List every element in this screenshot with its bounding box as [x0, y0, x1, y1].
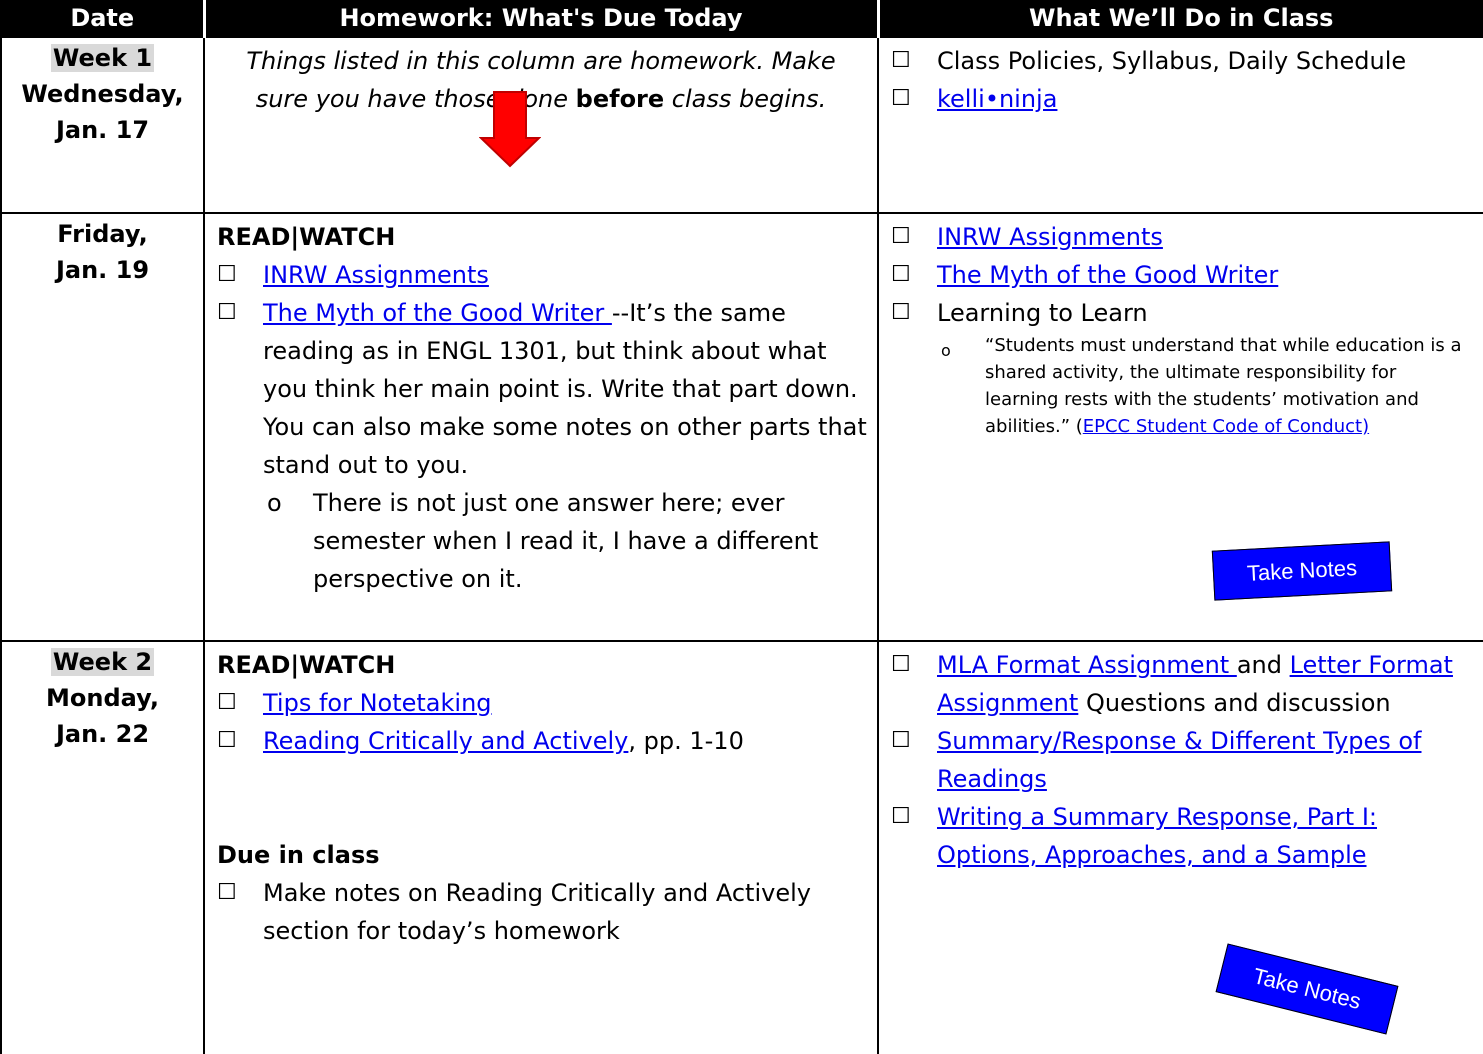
take-notes-button[interactable]: Take Notes — [1215, 943, 1399, 1035]
checkbox-icon[interactable]: ☐ — [891, 798, 937, 836]
table-row: Friday, Jan. 19 READ|WATCH ☐ INRW Assignm… — [0, 212, 1483, 642]
sub-item: o There is not just one answer here; ever… — [267, 484, 867, 598]
date-cell: Week 1 Wednesday, Jan. 17 — [0, 36, 205, 214]
checkbox-icon[interactable]: ☐ — [891, 294, 937, 332]
day-label: Monday, — [46, 684, 159, 712]
week-label: Week 1 — [50, 44, 155, 72]
checkbox-icon[interactable]: ☐ — [891, 42, 937, 80]
kelli-ninja-link[interactable]: kelli•ninja — [937, 80, 1473, 118]
list-item: ☐ Class Policies, Syllabus, Daily Schedul… — [891, 42, 1473, 80]
homework-cell: Things listed in this column are homewor… — [203, 36, 879, 214]
header-homework: Homework: What's Due Today — [202, 0, 879, 37]
bullet-icon: o — [267, 489, 282, 517]
sub-item: o “Students must understand that while ed… — [941, 332, 1473, 440]
homework-cell: READ|WATCH ☐ INRW Assignments ☐ The Myth o… — [203, 212, 879, 642]
schedule-table: Date Homework: What's Due Today What We’… — [0, 0, 1483, 1054]
section-heading: READ|WATCH — [217, 651, 396, 679]
list-item: ☐ Writing a Summary Response, Part I: Opt… — [891, 798, 1473, 874]
class-cell: ☐ Class Policies, Syllabus, Daily Schedul… — [877, 36, 1483, 214]
checkbox-icon[interactable]: ☐ — [217, 294, 263, 332]
homework-cell: READ|WATCH ☐ Tips for Notetaking ☐ Reading… — [203, 640, 879, 1054]
checkbox-icon[interactable]: ☐ — [891, 218, 937, 256]
list-item: ☐ MLA Format Assignment and Letter Format… — [891, 646, 1473, 722]
list-item: ☐ Reading Critically and Actively, pp. 1-… — [217, 722, 867, 760]
checkbox-icon[interactable]: ☐ — [217, 874, 263, 912]
writing-summary-link[interactable]: Writing a Summary Response, Part I: Opti… — [937, 798, 1473, 874]
list-item: ☐ The Myth of the Good Writer --It’s the … — [217, 294, 867, 484]
myth-good-writer-link[interactable]: The Myth of the Good Writer — [937, 256, 1473, 294]
list-item: ☐ Tips for Notetaking — [217, 684, 867, 722]
checkbox-icon[interactable]: ☐ — [891, 646, 937, 684]
reading-critically-link[interactable]: Reading Critically and Actively — [263, 727, 628, 755]
list-item: ☐ kelli•ninja — [891, 80, 1473, 118]
list-item: ☐ Summary/Response & Different Types of R… — [891, 722, 1473, 798]
week-label: Week 2 — [50, 648, 155, 676]
checkbox-icon[interactable]: ☐ — [891, 256, 937, 294]
section-heading: Due in class — [217, 841, 380, 869]
checkbox-icon[interactable]: ☐ — [217, 684, 263, 722]
homework-note: Things listed in this column are homewor… — [246, 47, 836, 113]
table-row: Week 2 Monday, Jan. 22 READ|WATCH ☐ Tips … — [0, 640, 1483, 1054]
checkbox-icon[interactable]: ☐ — [217, 256, 263, 294]
summary-response-link[interactable]: Summary/Response & Different Types of Re… — [937, 722, 1473, 798]
header-row: Date Homework: What's Due Today What We’… — [0, 0, 1483, 37]
class-cell: ☐ INRW Assignments ☐ The Myth of the Good … — [877, 212, 1483, 642]
mla-format-link[interactable]: MLA Format Assignment — [937, 651, 1237, 679]
tips-notetaking-link[interactable]: Tips for Notetaking — [263, 684, 867, 722]
date-label: Jan. 22 — [55, 720, 150, 748]
header-date: Date — [0, 0, 205, 37]
bullet-icon: o — [941, 341, 951, 360]
date-cell: Week 2 Monday, Jan. 22 — [0, 640, 205, 1054]
list-item: ☐ INRW Assignments — [217, 256, 867, 294]
day-label: Friday, — [57, 220, 148, 248]
date-cell: Friday, Jan. 19 — [0, 212, 205, 642]
down-arrow-icon — [479, 91, 541, 168]
section-heading: READ|WATCH — [217, 223, 396, 251]
epcc-code-link[interactable]: EPCC Student Code of Conduct) — [1083, 416, 1369, 437]
class-cell: ☐ MLA Format Assignment and Letter Format… — [877, 640, 1483, 1054]
list-item: ☐ The Myth of the Good Writer — [891, 256, 1473, 294]
list-item: ☐ INRW Assignments — [891, 218, 1473, 256]
checkbox-icon[interactable]: ☐ — [891, 80, 937, 118]
list-item: ☐ Make notes on Reading Critically and Ac… — [217, 874, 867, 950]
inrw-assignments-link[interactable]: INRW Assignments — [263, 256, 867, 294]
myth-good-writer-link[interactable]: The Myth of the Good Writer — [263, 299, 612, 327]
take-notes-button[interactable]: Take Notes — [1211, 541, 1393, 601]
inrw-assignments-link[interactable]: INRW Assignments — [937, 218, 1473, 256]
checkbox-icon[interactable]: ☐ — [217, 722, 263, 760]
checkbox-icon[interactable]: ☐ — [891, 722, 937, 760]
table-row: Week 1 Wednesday, Jan. 17 Things listed … — [0, 36, 1483, 214]
date-label: Jan. 19 — [55, 256, 150, 284]
header-class: What We’ll Do in Class — [876, 0, 1483, 37]
date-label: Jan. 17 — [55, 116, 150, 144]
list-item: ☐ Learning to Learn — [891, 294, 1473, 332]
day-label: Wednesday, — [21, 80, 184, 108]
